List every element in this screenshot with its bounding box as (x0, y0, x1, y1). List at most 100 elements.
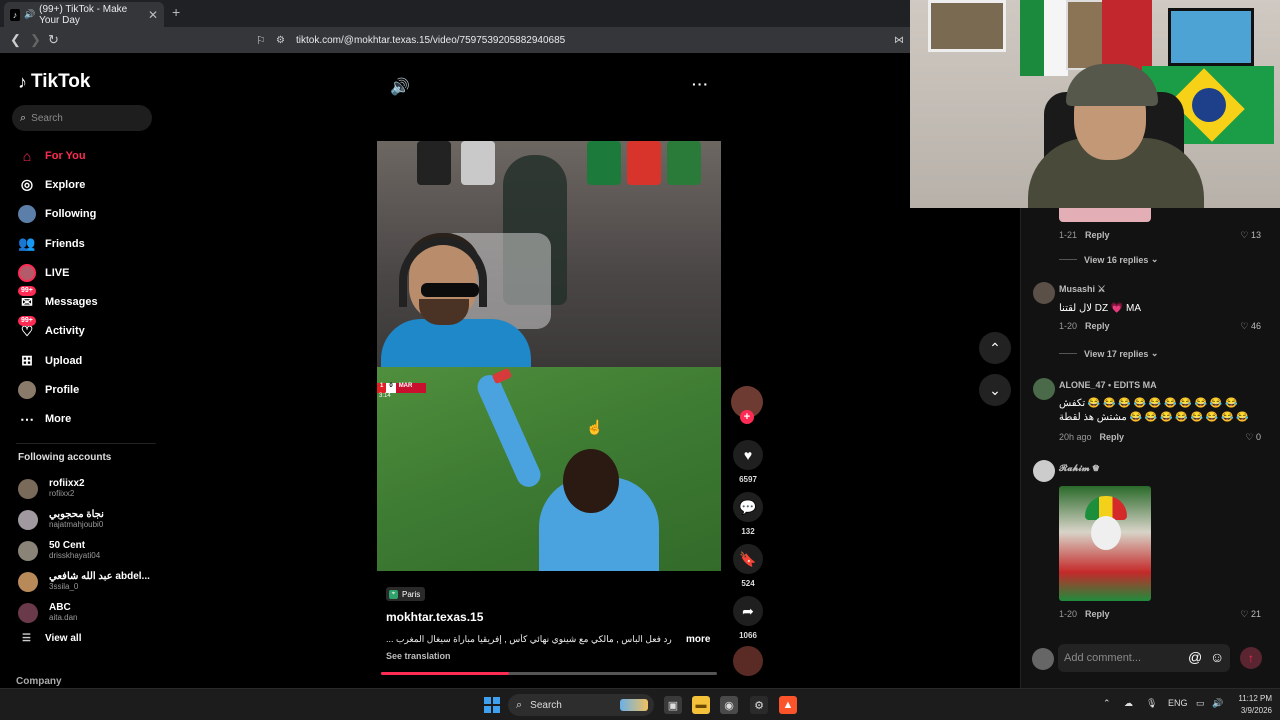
nav-live[interactable]: LIVE (16, 258, 98, 287)
file-explorer-icon[interactable]: ▬ (692, 696, 710, 714)
next-video-button[interactable]: ⌄ (979, 374, 1011, 406)
avatar[interactable] (1033, 460, 1055, 482)
follow-plus-icon[interactable]: + (740, 410, 754, 424)
video-author[interactable]: mokhtar.texas.15 (386, 610, 483, 624)
comment-meta: 20h ago Reply (1059, 432, 1124, 442)
avatar[interactable] (1033, 378, 1055, 400)
taskbar-search[interactable]: ⌕ Search (508, 694, 654, 716)
account-item[interactable]: 50 Cent drisskhayati04 (18, 535, 150, 566)
jersey-shape (417, 141, 451, 185)
forward-icon[interactable]: ❯ (30, 32, 41, 48)
nav-label: Activity (45, 325, 85, 338)
nav-following[interactable]: Following (16, 200, 98, 229)
comment-image-thumbnail[interactable] (1059, 208, 1151, 222)
onedrive-icon[interactable]: ☁ (1124, 698, 1133, 709)
account-username: najatmahjoubi0 (49, 520, 104, 529)
task-view-icon[interactable]: ▣ (664, 696, 682, 714)
search-input[interactable]: ⌕ Search (12, 105, 152, 131)
clock-date: 3/9/2026 (1240, 706, 1272, 715)
nav-friends[interactable]: 👥 Friends (16, 229, 98, 258)
browser-tab[interactable]: ♪ 🔊 (99+) TikTok - Make Your Day ✕ (4, 2, 164, 27)
share-button[interactable]: ➦ (733, 596, 763, 626)
reload-icon[interactable]: ↻ (48, 32, 59, 48)
volume-tray-icon[interactable]: 🔊 (1212, 698, 1223, 709)
scorebug-team-a: 1 (377, 383, 387, 393)
nav-profile[interactable]: Profile (16, 375, 98, 404)
comment-input[interactable]: Add comment... (1058, 644, 1230, 672)
bookmark-icon[interactable]: ⚐ (256, 34, 276, 47)
comment-like[interactable]: ♡ 46 (1225, 321, 1261, 332)
tiktok-logo[interactable]: ♪ TikTok (18, 71, 90, 93)
comment-image[interactable] (1059, 486, 1151, 601)
volume-icon[interactable]: 🔊 (390, 77, 410, 97)
language-indicator[interactable]: ENG (1168, 698, 1188, 708)
video-progress-bar[interactable] (381, 672, 717, 675)
video-player[interactable]: 1 0 MAR 3:14 (377, 141, 721, 571)
site-settings-icon[interactable]: ⚙ (276, 35, 296, 46)
display-icon[interactable]: ▭ (1196, 698, 1205, 709)
comment-author[interactable]: Musashi ⚔ (1059, 284, 1106, 295)
camera-app-icon[interactable]: ◉ (720, 696, 738, 714)
account-name: 50 Cent (49, 540, 86, 551)
see-translation-button[interactable]: See translation (386, 651, 451, 661)
comment-author[interactable]: 𝓡𝓪𝓱𝓲𝓶 ♛ (1059, 463, 1099, 474)
microphone-icon[interactable]: 🎙 (1146, 698, 1157, 709)
account-item[interactable]: نجاة محجوبي najatmahjoubi0 (18, 504, 150, 535)
account-item[interactable]: rofiixx2 rofiixx2 (18, 473, 150, 504)
save-button[interactable]: 🔖 (733, 544, 763, 574)
player-head (563, 449, 619, 513)
back-icon[interactable]: ❮ (10, 32, 21, 48)
jersey-shape (587, 141, 621, 185)
previous-video-button[interactable]: ⌃ (979, 332, 1011, 364)
mention-icon[interactable]: @ (1188, 649, 1202, 665)
sound-disc-icon[interactable] (733, 646, 763, 676)
tiktok-note-icon: ♪ (18, 71, 27, 92)
system-clock[interactable]: 11:12 PM 3/9/2026 (1228, 693, 1272, 717)
wall-frame (1066, 0, 1106, 70)
nav-upload[interactable]: ⊞ Upload (16, 346, 98, 375)
more-options-icon[interactable]: ··· (692, 76, 709, 92)
scorebug-team-b: MAR (395, 383, 427, 393)
send-icon[interactable]: ↑ (1240, 647, 1262, 669)
nav-for-you[interactable]: ⌂ For You (16, 141, 98, 170)
like-button[interactable]: ♥ (733, 440, 763, 470)
nav-explore[interactable]: ◎ Explore (16, 170, 98, 199)
nav-activity[interactable]: ♡ 99+ Activity (16, 315, 98, 346)
brave-browser-icon[interactable]: ▲ (779, 696, 797, 714)
reply-button[interactable]: Reply (1085, 230, 1110, 240)
windows-start-icon[interactable] (484, 697, 500, 713)
reply-button[interactable]: Reply (1085, 321, 1110, 331)
comment-button[interactable]: 💬 (733, 492, 763, 522)
account-item[interactable]: ABC aita.dan (18, 597, 150, 628)
comment-author[interactable]: ALONE_47 • EDITS MA (1059, 380, 1157, 390)
new-tab-button[interactable]: + (172, 4, 180, 20)
reply-button[interactable]: Reply (1100, 432, 1125, 442)
emoji-icon[interactable]: ☺ (1210, 649, 1224, 665)
scorebug-time: 3:14 (379, 393, 391, 399)
nav-more[interactable]: ⋯ More (16, 405, 98, 434)
comment-like[interactable]: ♡ 0 (1225, 432, 1261, 443)
creator-avatar[interactable]: + (731, 386, 763, 424)
view-replies-button[interactable]: View 17 replies ⌄ (1059, 348, 1158, 359)
account-item[interactable]: عبد الله شافعي abdel... 3ssila_0 (18, 566, 150, 597)
caption-more-button[interactable]: more (686, 634, 710, 645)
comment-like[interactable]: ♡ 13 (1225, 230, 1261, 241)
tray-expand-icon[interactable]: ⌃ (1103, 698, 1111, 709)
view-all-button[interactable]: ☰ View all (22, 633, 81, 644)
save-count: 524 (741, 579, 755, 588)
company-link[interactable]: Company (16, 676, 62, 687)
reply-button[interactable]: Reply (1085, 609, 1110, 619)
nav-messages[interactable]: ✉ 99+ Messages (16, 286, 98, 316)
settings-app-icon[interactable]: ⚙ (750, 696, 768, 714)
tab-audio-icon[interactable]: 🔊 (24, 9, 35, 20)
url-field[interactable]: ⚐ ⚙ tiktok.com/@mokhtar.texas.15/video/7… (256, 30, 904, 50)
close-tab-icon[interactable]: ✕ (148, 8, 158, 22)
view-replies-button[interactable]: View 16 replies ⌄ (1059, 254, 1158, 265)
location-tag[interactable]: ⌖ Paris (386, 587, 426, 601)
comment-like[interactable]: ♡ 21 (1225, 609, 1261, 620)
list-icon: ☰ (22, 633, 31, 644)
extensions-icon[interactable]: ⋈ (894, 35, 904, 46)
chevron-down-icon: ⌄ (989, 381, 1001, 398)
avatar[interactable] (1033, 282, 1055, 304)
sidebar: ♪ TikTok ⌕ Search ⌂ For You ◎ Explore Fo… (0, 53, 160, 688)
